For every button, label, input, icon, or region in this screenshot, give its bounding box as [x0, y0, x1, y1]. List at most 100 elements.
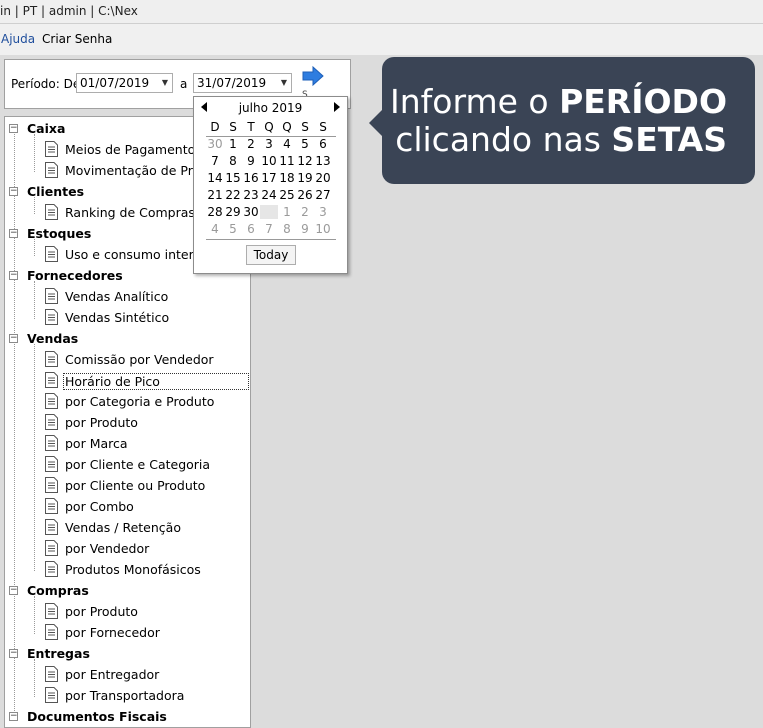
calendar-day[interactable]: 10	[314, 222, 332, 236]
calendar-day[interactable]: 17	[260, 171, 278, 185]
calendar-day[interactable]: 21	[206, 188, 224, 202]
tree-item-horario-de-pico[interactable]: Horário de Pico	[5, 371, 250, 392]
calendar-day[interactable]: 18	[278, 171, 296, 185]
calendar-day[interactable]: 20	[314, 171, 332, 185]
tree-item-por-produto[interactable]: por Produto	[5, 413, 250, 434]
tree-item-por-cliente-e-categoria[interactable]: por Cliente e Categoria	[5, 455, 250, 476]
collapse-toggle-icon[interactable]: −	[9, 124, 18, 133]
calendar-day[interactable]: 2	[296, 205, 314, 219]
periodo-label: Período: De	[11, 77, 81, 91]
tree-item-vendas-retencao[interactable]: Vendas / Retenção	[5, 518, 250, 539]
calendar-day[interactable]: 29	[224, 205, 242, 219]
calendar-day[interactable]: 1	[278, 205, 296, 219]
today-button[interactable]: Today	[246, 245, 296, 265]
tree-category-entregas[interactable]: − Entregas	[5, 644, 250, 665]
calendar-day[interactable]: 31	[260, 205, 278, 219]
document-icon	[45, 603, 58, 619]
collapse-toggle-icon[interactable]: −	[9, 334, 18, 343]
calendar-day-grid: 30 1 2 3 4 5 6 7 8 9 10 11 12 13 14 15 16 17 18 19 20 21 22 23 2…	[206, 137, 336, 241]
item-label: por Marca	[65, 436, 128, 451]
calendar-day[interactable]: 5	[224, 222, 242, 236]
calendar-day[interactable]: 19	[296, 171, 314, 185]
calendar-day[interactable]: 10	[260, 154, 278, 168]
tree-item-vendas-analitico[interactable]: Vendas Analítico	[5, 287, 250, 308]
tree-item-produtos-monofasicos[interactable]: Produtos Monofásicos	[5, 560, 250, 581]
calendar-day[interactable]: 5	[296, 137, 314, 151]
title-bar: in | PT | admin | C:\Nex	[0, 0, 763, 24]
calendar-day[interactable]: 9	[296, 222, 314, 236]
menu-item-criar-senha[interactable]: Criar Senha	[42, 32, 112, 46]
item-label: por Fornecedor	[65, 625, 160, 640]
calendar-day[interactable]: 24	[260, 188, 278, 202]
tree-category-vendas[interactable]: − Vendas	[5, 329, 250, 350]
callout-line-2: clicando nas SETAS	[395, 121, 727, 159]
tree-item-por-entregador[interactable]: por Entregador	[5, 665, 250, 686]
calendar-day[interactable]: 23	[242, 188, 260, 202]
collapse-toggle-icon[interactable]: −	[9, 271, 18, 280]
calendar-day[interactable]: 3	[314, 205, 332, 219]
collapse-toggle-icon[interactable]: −	[9, 649, 18, 658]
chevron-down-icon[interactable]: ▼	[162, 78, 168, 87]
document-icon	[45, 666, 58, 682]
tree-item-vendas-sintetico[interactable]: Vendas Sintético	[5, 308, 250, 329]
tree-category-documentos-fiscais[interactable]: − Documentos Fiscais	[5, 707, 250, 727]
calendar-day[interactable]: 4	[206, 222, 224, 236]
tree-item-por-cliente-ou-produto[interactable]: por Cliente ou Produto	[5, 476, 250, 497]
item-label: Uso e consumo intern	[65, 247, 202, 262]
calendar-day[interactable]: 4	[278, 137, 296, 151]
tree-item-por-categoria-e-produto[interactable]: por Categoria e Produto	[5, 392, 250, 413]
calendar-day[interactable]: 2	[242, 137, 260, 151]
calendar-day[interactable]: 13	[314, 154, 332, 168]
document-icon	[45, 624, 58, 640]
tree-item-comissao-por-vendedor[interactable]: Comissão por Vendedor	[5, 350, 250, 371]
tree-item-por-vendedor[interactable]: por Vendedor	[5, 539, 250, 560]
calendar-day[interactable]: 30	[206, 137, 224, 151]
calendar-day[interactable]: 15	[224, 171, 242, 185]
menu-item-ajuda[interactable]: Ajuda	[1, 32, 35, 46]
calendar-day[interactable]: 1	[224, 137, 242, 151]
calendar-day[interactable]: 25	[278, 188, 296, 202]
document-icon	[45, 393, 58, 409]
calendar-day[interactable]: 9	[242, 154, 260, 168]
calendar-day[interactable]: 26	[296, 188, 314, 202]
calendar-day[interactable]: 8	[278, 222, 296, 236]
calendar-day[interactable]: 11	[278, 154, 296, 168]
chevron-down-icon[interactable]: ▼	[281, 78, 287, 87]
calendar-day[interactable]: 6	[242, 222, 260, 236]
calendar-month-title[interactable]: julho 2019	[194, 101, 347, 115]
calendar-day[interactable]: 6	[314, 137, 332, 151]
calendar-day[interactable]: 22	[224, 188, 242, 202]
tree-item-por-transportadora[interactable]: por Transportadora	[5, 686, 250, 707]
tree-item-por-combo[interactable]: por Combo	[5, 497, 250, 518]
document-icon	[45, 204, 58, 220]
arrow-right-icon[interactable]	[301, 65, 325, 87]
callout-text: Informe o	[390, 82, 560, 121]
calendar-day[interactable]: 27	[314, 188, 332, 202]
collapse-toggle-icon[interactable]: −	[9, 712, 18, 721]
collapse-toggle-icon[interactable]: −	[9, 229, 18, 238]
calendar-day[interactable]: 8	[224, 154, 242, 168]
collapse-toggle-icon[interactable]: −	[9, 586, 18, 595]
collapse-toggle-icon[interactable]: −	[9, 187, 18, 196]
calendar-day[interactable]: 3	[260, 137, 278, 151]
calendar-day[interactable]: 30	[242, 205, 260, 219]
date-to-picker[interactable]: 31/07/2019 ▼	[193, 73, 292, 93]
item-label: Movimentação de Pro	[65, 163, 201, 178]
tree-item-compras-por-produto[interactable]: por Produto	[5, 602, 250, 623]
tree-item-compras-por-fornecedor[interactable]: por Fornecedor	[5, 623, 250, 644]
weekday-label: S	[229, 120, 237, 134]
tree-category-compras[interactable]: − Compras	[5, 581, 250, 602]
calendar-day[interactable]: 14	[206, 171, 224, 185]
document-icon	[45, 687, 58, 703]
tree-item-por-marca[interactable]: por Marca	[5, 434, 250, 455]
calendar-day[interactable]: 28	[206, 205, 224, 219]
calendar-day[interactable]: 7	[260, 222, 278, 236]
calendar-day[interactable]: 7	[206, 154, 224, 168]
document-icon	[45, 456, 58, 472]
item-label: por Cliente ou Produto	[65, 478, 206, 493]
next-month-arrow-icon[interactable]	[334, 102, 340, 112]
calendar-day[interactable]: 16	[242, 171, 260, 185]
date-from-picker[interactable]: 01/07/2019 ▼	[76, 73, 173, 93]
calendar-day[interactable]: 12	[296, 154, 314, 168]
document-icon	[45, 414, 58, 430]
